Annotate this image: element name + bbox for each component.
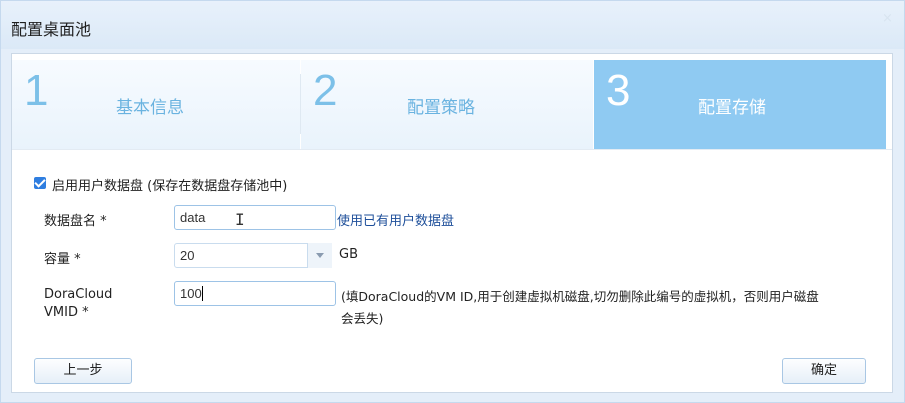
wizard-steps: 1 基本信息 2 配置策略 3 配置存储 xyxy=(12,54,892,150)
enable-user-disk-checkbox[interactable] xyxy=(34,177,46,189)
step-configure-policy[interactable]: 2 配置策略 xyxy=(301,60,593,149)
disk-name-label: 数据盘名 * xyxy=(44,214,107,229)
vmid-label-line1: DoraCloud xyxy=(44,287,113,302)
wizard-panel: 1 基本信息 2 配置策略 3 配置存储 启用用户数据盘 (保存在数据盘存储池中… xyxy=(11,53,893,393)
capacity-label: 容量 * xyxy=(44,252,81,267)
confirm-button[interactable]: 确定 xyxy=(782,358,866,384)
step-configure-storage[interactable]: 3 配置存储 xyxy=(594,60,886,149)
dialog-titlebar: 配置桌面池 × xyxy=(1,1,904,53)
input-caret xyxy=(202,286,203,301)
text-cursor-icon: I xyxy=(235,210,245,229)
previous-step-button[interactable]: 上一步 xyxy=(34,358,132,384)
step-basic-info[interactable]: 1 基本信息 xyxy=(12,60,300,149)
vmid-input[interactable] xyxy=(174,281,336,306)
vmid-hint-line2: 会丢失) xyxy=(341,311,384,326)
vmid-label-line2: VMID * xyxy=(44,305,89,320)
steps-separator xyxy=(12,149,892,150)
enable-user-disk-label: 启用用户数据盘 (保存在数据盘存储池中) xyxy=(52,179,288,194)
use-existing-user-disk-link[interactable]: 使用已有用户数据盘 xyxy=(337,210,454,229)
dialog-title: 配置桌面池 xyxy=(11,20,92,39)
step-number: 1 xyxy=(24,66,49,115)
step-number: 3 xyxy=(606,66,631,115)
step-label: 配置存储 xyxy=(698,98,766,118)
configure-desktop-pool-dialog: 配置桌面池 × 1 基本信息 2 配置策略 3 配置存储 启用用户数据盘 (保存… xyxy=(0,0,905,403)
close-icon[interactable]: × xyxy=(882,12,894,25)
disk-name-input[interactable] xyxy=(174,205,336,230)
vmid-hint-line1: (填DoraCloud的VM ID,用于创建虚拟机磁盘,切勿删除此编号的虚拟机，… xyxy=(341,289,819,304)
step-label: 配置策略 xyxy=(407,98,475,118)
step-label: 基本信息 xyxy=(116,98,184,118)
step-number: 2 xyxy=(313,66,338,115)
capacity-unit: GB xyxy=(339,247,358,262)
chevron-down-icon[interactable] xyxy=(307,243,332,268)
